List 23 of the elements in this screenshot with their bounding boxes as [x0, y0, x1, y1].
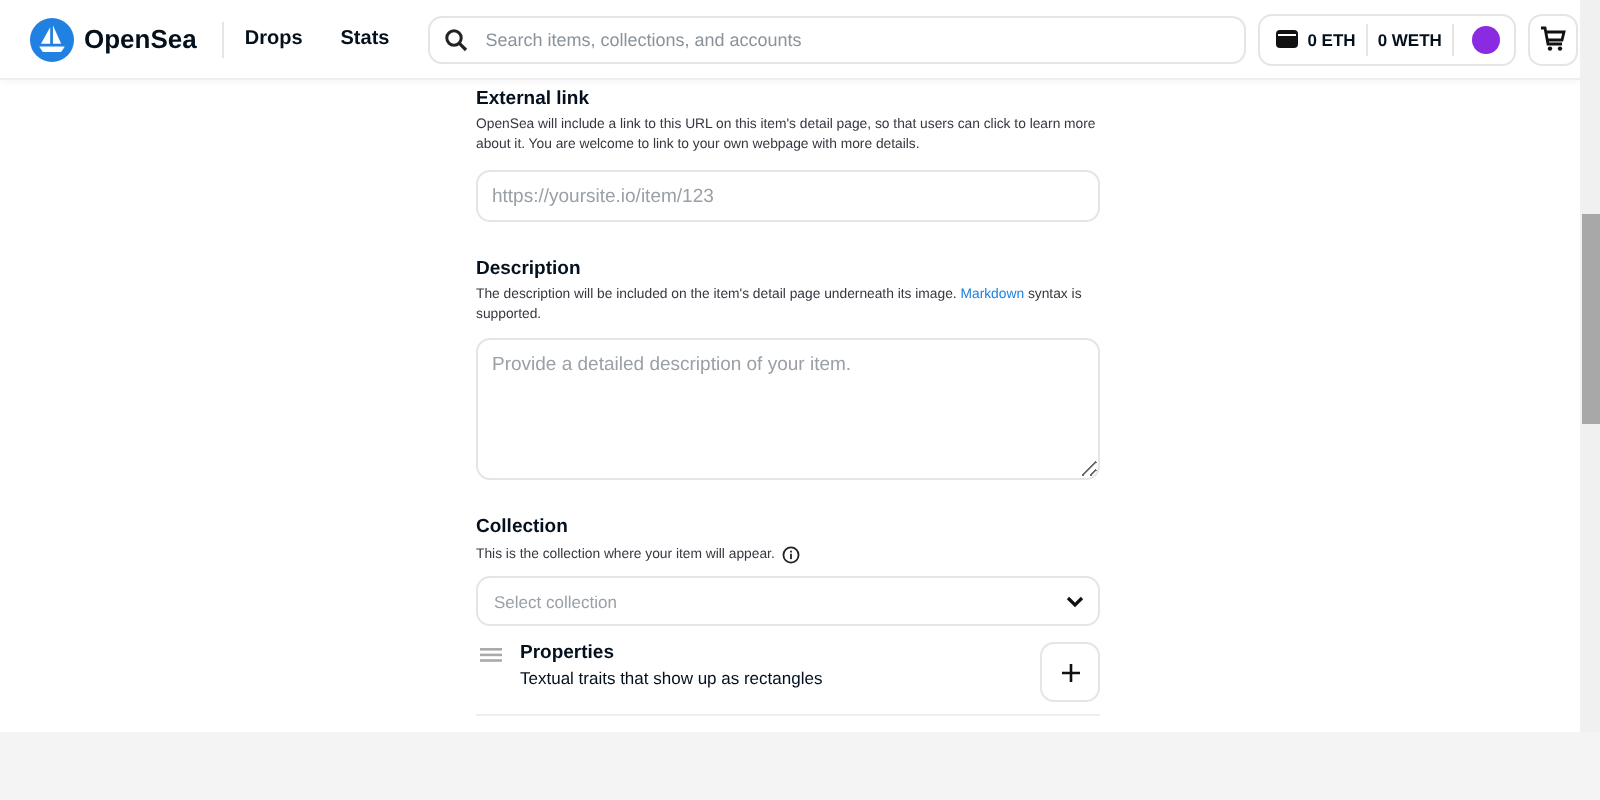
properties-title: Properties: [520, 642, 616, 664]
eth-balance[interactable]: 0 ETH: [1307, 29, 1356, 49]
description-field[interactable]: Provide a detailed description of your item.: [476, 338, 1100, 480]
section-title: External link: [476, 88, 591, 110]
brand-name[interactable]: OpenSea: [84, 24, 197, 54]
logo-icon[interactable]: [30, 17, 74, 61]
section-title: Collection: [476, 516, 570, 538]
list-icon: [480, 648, 502, 662]
properties-subtitle: Textual traits that show up as rectangles: [520, 668, 825, 688]
chevron-icon: [1066, 595, 1084, 607]
search-field[interactable]: Search items, collections, and accounts: [427, 15, 1246, 63]
plus-icon: [1061, 663, 1079, 681]
cart-button[interactable]: [1527, 13, 1578, 65]
scrollbar-thumb[interactable]: [1582, 214, 1600, 424]
cart-icon: [1539, 26, 1566, 52]
info-icon[interactable]: [782, 546, 801, 564]
wallet-icon[interactable]: [1275, 30, 1298, 48]
section-title: Description: [476, 258, 583, 280]
nav-link[interactable]: Drops: [244, 28, 303, 50]
weth-balance[interactable]: 0 WETH: [1377, 29, 1442, 49]
nav-link[interactable]: Stats: [340, 28, 390, 50]
input-field[interactable]: https://yoursite.io/item/123: [476, 170, 1100, 222]
avatar[interactable]: [1471, 25, 1500, 53]
